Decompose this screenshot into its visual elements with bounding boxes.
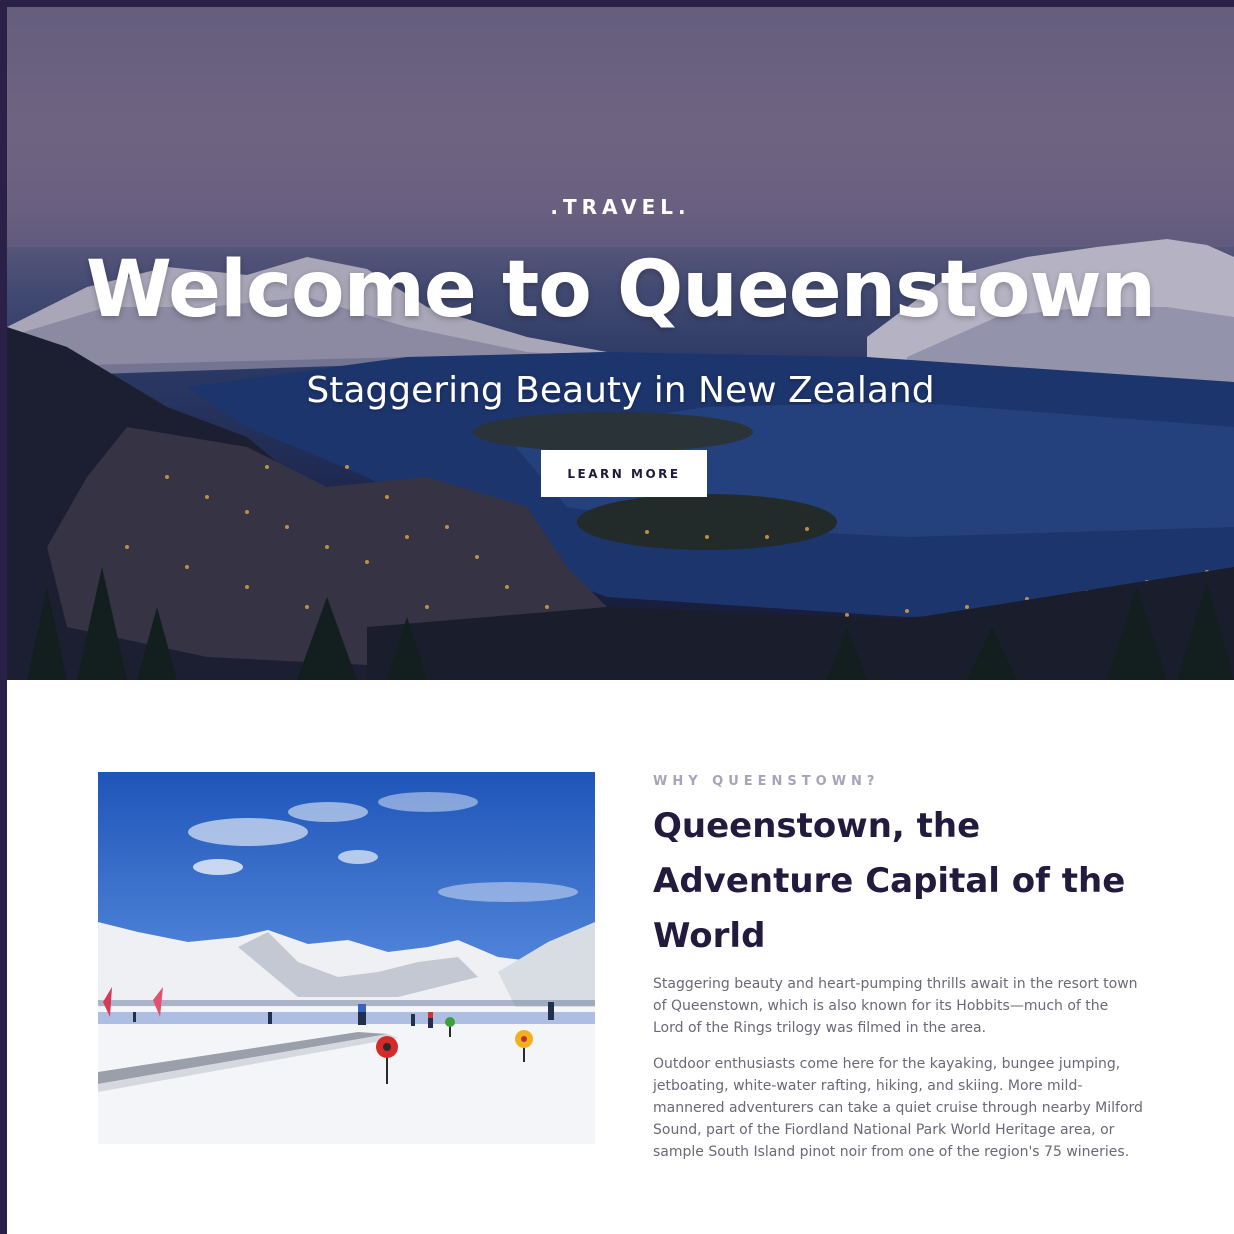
hero-eyebrow: .TRAVEL. <box>550 195 691 219</box>
learn-more-button[interactable]: LEARN MORE <box>541 450 707 497</box>
ski-slope-photo <box>98 772 595 1144</box>
section-eyebrow: WHY QUEENSTOWN? <box>653 774 880 789</box>
hero-section: .TRAVEL. Welcome to Queenstown Staggerin… <box>7 7 1234 680</box>
hero-subtitle: Staggering Beauty in New Zealand <box>306 370 935 411</box>
hero-title: Welcome to Queenstown <box>85 245 1156 335</box>
ski-slope-image <box>98 772 595 1144</box>
intro-paragraph-1: Staggering beauty and heart-pumping thri… <box>653 976 1138 1036</box>
hero-content: .TRAVEL. Welcome to Queenstown Staggerin… <box>7 7 1234 680</box>
section-title: Queenstown, the Adventure Capital of the… <box>653 806 1126 956</box>
intro-paragraph-2: Outdoor enthusiasts come here for the ka… <box>653 1056 1143 1160</box>
page: .TRAVEL. Welcome to Queenstown Staggerin… <box>7 7 1234 1234</box>
